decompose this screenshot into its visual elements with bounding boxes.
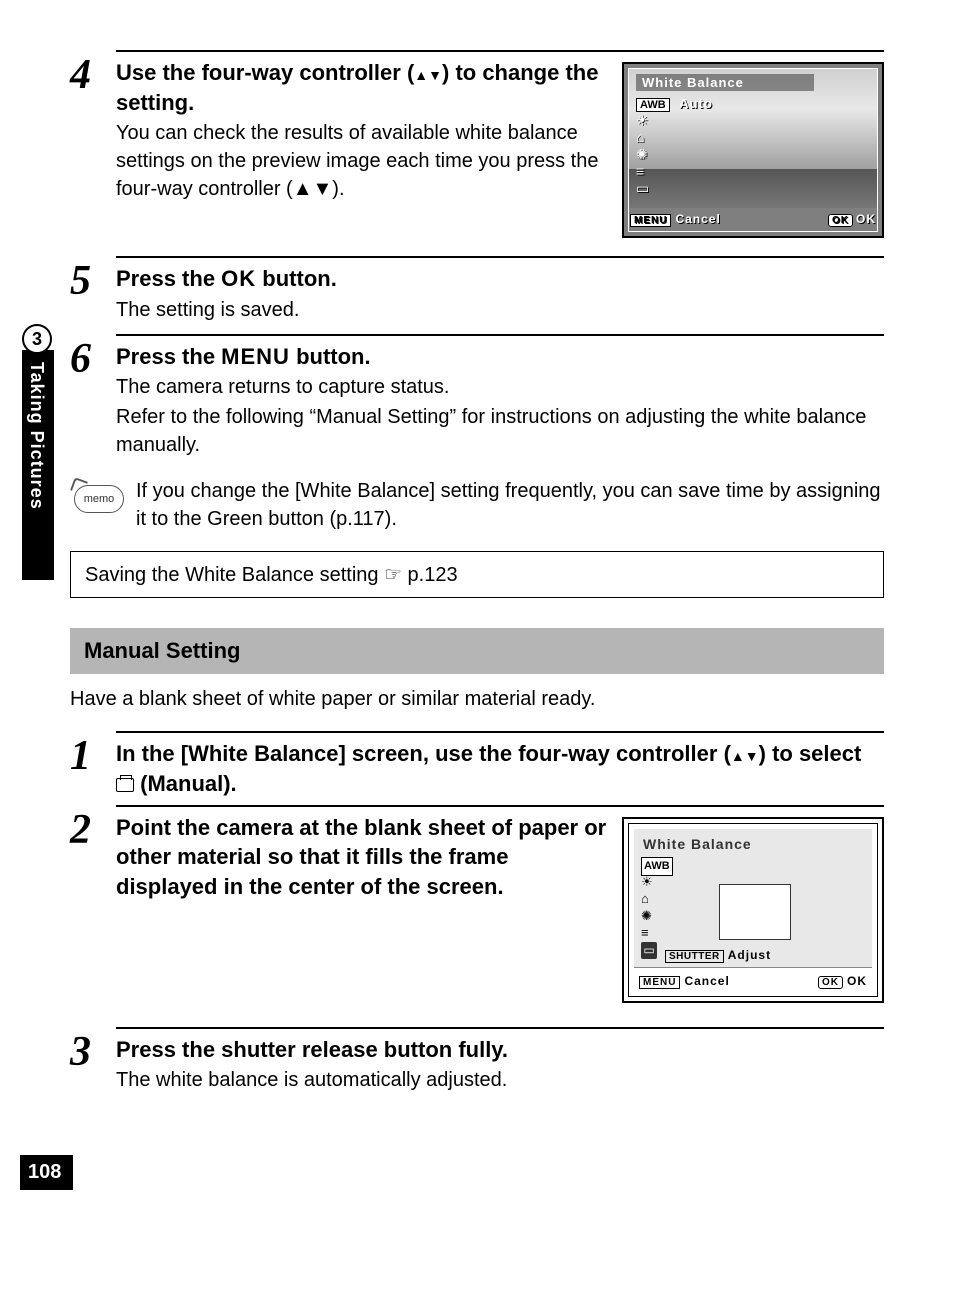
- lcd2-center-frame: [719, 884, 791, 940]
- up-down-arrow-icon: ▲▼: [731, 748, 759, 764]
- step6-text2: Refer to the following “Manual Setting” …: [116, 403, 884, 459]
- step6-heading: Press the MENU button.: [116, 342, 884, 372]
- step5-heading: Press the OK button.: [116, 264, 884, 294]
- section-intro: Have a blank sheet of white paper or sim…: [70, 688, 884, 711]
- lcd2-icon-column: AWB ☀ ⌂ ✺ ≡ ▭: [641, 856, 673, 958]
- fluorescent-icon: ≡: [636, 163, 713, 180]
- step1-heading: In the [White Balance] screen, use the f…: [116, 739, 884, 798]
- step-number-4: 4: [70, 54, 116, 96]
- cross-reference-box: Saving the White Balance setting ☞ p.123: [70, 551, 884, 598]
- step3-text: The white balance is automatically adjus…: [116, 1066, 884, 1094]
- page-number: 108: [20, 1155, 73, 1190]
- manual-setting-icon: [116, 778, 134, 792]
- step6-text1: The camera returns to capture status.: [116, 373, 884, 401]
- tungsten-icon: ✺: [641, 907, 673, 924]
- crossref-text: Saving the White Balance setting ☞ p.123: [85, 564, 458, 586]
- step-number-6: 6: [70, 338, 116, 380]
- step-number-5: 5: [70, 260, 116, 302]
- up-down-arrow-icon: ▲▼: [414, 67, 442, 83]
- lcd2-shutter-adjust: SHUTTERAdjust: [665, 948, 771, 962]
- lcd2-ok: OKOK: [818, 974, 867, 988]
- chapter-tab: 3 Taking Pictures: [0, 334, 54, 584]
- shade-icon: ⌂: [641, 890, 673, 907]
- step-number-2: 2: [70, 809, 116, 851]
- lcd1-title: White Balance: [636, 74, 814, 91]
- step5-text: The setting is saved.: [116, 296, 884, 324]
- step-number-1: 1: [70, 735, 116, 777]
- lcd1-ok: OKOK: [828, 212, 876, 226]
- awb-icon: AWB: [636, 98, 670, 112]
- memo-text: If you change the [White Balance] settin…: [126, 477, 884, 533]
- lcd1-mode-label: Auto: [679, 96, 713, 111]
- fluorescent-icon: ≡: [641, 924, 673, 941]
- step3-heading: Press the shutter release button fully.: [116, 1035, 884, 1065]
- memo-icon: memo: [70, 477, 126, 517]
- lcd2-cancel: MENUCancel: [639, 974, 730, 988]
- chapter-label: Taking Pictures: [22, 350, 47, 510]
- section-heading-manual-setting: Manual Setting: [70, 628, 884, 674]
- manual-wb-icon: ▭: [641, 942, 657, 959]
- shade-icon: ⌂: [636, 129, 713, 146]
- daylight-icon: ☀: [636, 112, 713, 129]
- step-number-3: 3: [70, 1031, 116, 1073]
- lcd1-cancel: MENUCancel: [630, 212, 721, 226]
- lcd2-title: White Balance: [643, 836, 752, 852]
- lcd-screenshot-wb-manual: White Balance AWB ☀ ⌂ ✺ ≡ ▭ SHUTTERAdjus…: [622, 817, 884, 1003]
- chapter-number: 3: [22, 324, 52, 354]
- manual-wb-icon: ▭: [636, 180, 713, 197]
- chapter-label-bar: Taking Pictures: [22, 350, 54, 580]
- lcd-screenshot-wb-auto: White Balance AWB Auto ☀ ⌂ ✺ ≡ ▭ MENUCan…: [622, 62, 884, 238]
- tungsten-icon: ✺: [636, 146, 713, 163]
